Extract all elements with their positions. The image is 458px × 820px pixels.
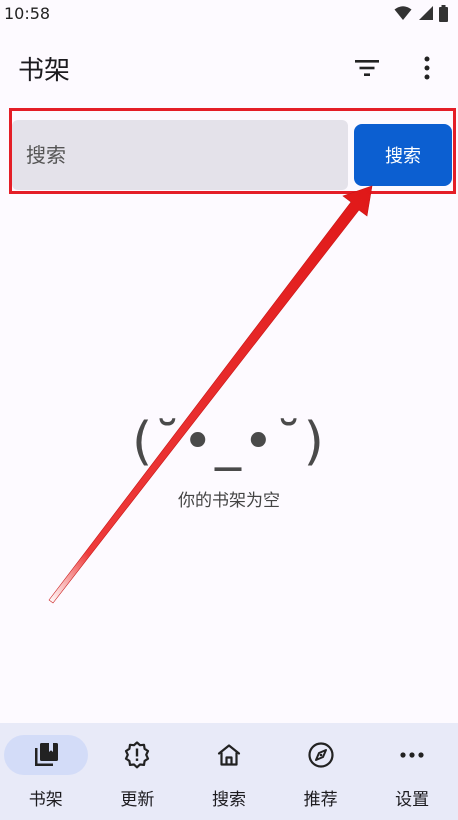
search-input[interactable] — [12, 120, 348, 190]
filter-button[interactable] — [350, 51, 384, 85]
nav-label-search: 搜索 — [211, 790, 246, 810]
nav-item-updates[interactable]: 更新 — [92, 723, 184, 820]
empty-face-emoticon: (˘•_•˘) — [132, 412, 326, 472]
more-vert-icon — [424, 56, 430, 80]
status-bar: 10:58 — [0, 0, 458, 26]
filter-icon — [355, 60, 379, 76]
search-bar: 搜索 — [12, 118, 454, 192]
home-icon — [217, 744, 241, 766]
nav-item-bookshelf[interactable]: 书架 — [0, 723, 92, 820]
compass-icon — [307, 742, 334, 768]
nav-label-updates: 更新 — [120, 790, 155, 810]
battery-icon — [439, 4, 448, 22]
app-bar: 书架 — [0, 40, 458, 96]
nav-item-recommend[interactable]: 推荐 — [275, 723, 367, 820]
nav-label-recommend: 推荐 — [303, 790, 338, 810]
nav-active-indicator — [3, 735, 88, 775]
app-bar-actions — [350, 51, 444, 85]
signal-icon — [419, 6, 433, 20]
search-button[interactable]: 搜索 — [354, 124, 452, 186]
more-horiz-icon — [400, 752, 424, 758]
empty-message: 你的书架为空 — [178, 491, 280, 511]
page-title: 书架 — [18, 55, 71, 86]
nav-item-search[interactable]: 搜索 — [183, 723, 275, 820]
bottom-nav: 书架 更新 搜索 推荐 设置 — [0, 723, 458, 820]
empty-state: (˘•_•˘) 你的书架为空 — [0, 412, 458, 511]
wifi-icon — [394, 6, 412, 20]
library-books-icon — [34, 743, 58, 766]
status-time: 10:58 — [4, 3, 51, 23]
more-options-button[interactable] — [410, 51, 444, 85]
nav-label-bookshelf: 书架 — [28, 790, 63, 810]
update-badge-icon — [125, 741, 150, 769]
nav-item-settings[interactable]: 设置 — [366, 723, 458, 820]
annotation-arrow-shaft — [48, 185, 373, 604]
status-icons — [394, 4, 448, 22]
nav-label-settings: 设置 — [395, 790, 430, 810]
